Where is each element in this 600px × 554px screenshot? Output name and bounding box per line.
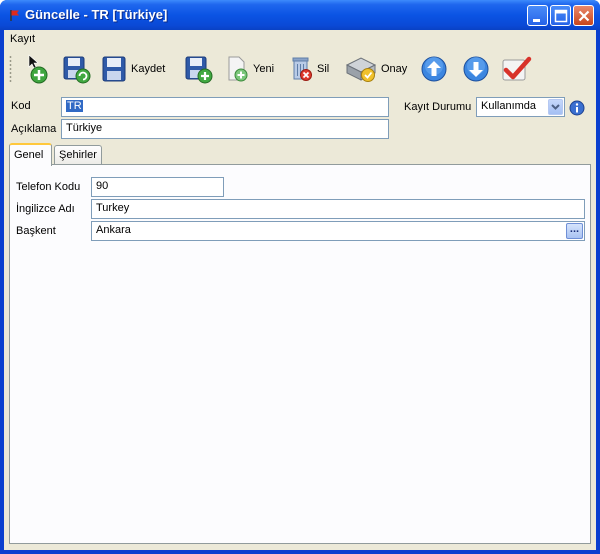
menu-bar: Kayıt — [4, 30, 596, 48]
capital-value: Ankara — [96, 224, 131, 236]
approve-button[interactable]: Onay — [344, 51, 407, 87]
capital-field[interactable]: Ankara ... — [91, 221, 585, 241]
code-field[interactable]: TR — [61, 97, 389, 117]
save-refresh-icon — [63, 56, 91, 84]
save-new-icon — [185, 56, 213, 84]
code-value: TR — [66, 100, 83, 112]
tab-cities-label: Şehirler — [59, 149, 97, 161]
description-label: Açıklama — [11, 123, 57, 135]
phone-code-field[interactable]: 90 — [91, 177, 224, 197]
chevron-down-icon — [551, 104, 560, 110]
tab-page-general: Telefon Kodu 90 İngilizce Adı Turkey Baş… — [9, 164, 591, 544]
status-value: Kullanımda — [481, 100, 537, 112]
approve-label: Onay — [381, 63, 408, 75]
close-icon — [578, 10, 590, 22]
status-label: Kayıt Durumu — [404, 101, 472, 113]
check-icon — [502, 56, 532, 81]
application-window: Güncelle - TR [Türkiye] Kayıt Kaydet Yen… — [0, 0, 600, 554]
maximize-icon — [554, 9, 568, 23]
move-down-button[interactable] — [462, 51, 490, 87]
new-icon — [228, 56, 248, 82]
save-icon — [102, 56, 126, 82]
save-label: Kaydet — [131, 63, 166, 75]
capital-browse-button[interactable]: ... — [566, 223, 583, 239]
flag-icon — [10, 10, 19, 21]
description-value: Türkiye — [66, 122, 103, 134]
minimize-button[interactable] — [527, 5, 548, 26]
new-button[interactable]: Yeni — [226, 51, 274, 87]
down-arrow-icon — [463, 56, 489, 82]
minimize-icon — [533, 19, 540, 22]
tab-general-label: Genel — [14, 149, 44, 161]
info-icon[interactable] — [569, 100, 585, 116]
title-bar[interactable]: Güncelle - TR [Türkiye] — [0, 0, 600, 30]
tab-general[interactable]: Genel — [9, 143, 52, 166]
new-record-icon — [28, 54, 48, 84]
english-name-field[interactable]: Turkey — [91, 199, 585, 219]
status-dropdown-button[interactable] — [548, 99, 563, 115]
window-bottom-border — [0, 550, 600, 554]
toolbar-grip[interactable] — [9, 55, 12, 83]
delete-label: Sil — [317, 63, 330, 75]
phone-code-value: 90 — [96, 180, 109, 192]
english-name-label: İngilizce Adı — [16, 203, 75, 215]
english-name-value: Turkey — [96, 202, 130, 214]
code-label: Kod — [11, 100, 31, 112]
description-field[interactable]: Türkiye — [61, 119, 389, 139]
approve-icon — [345, 57, 377, 82]
save-refresh-button[interactable] — [62, 51, 92, 87]
toolbar: Kaydet Yeni Sil Onay — [4, 49, 596, 89]
confirm-check-button[interactable] — [500, 51, 532, 87]
client-area: Kayıt Kaydet Yeni Sil Onay Kod TR Açıkla… — [4, 30, 596, 550]
capital-label: Başkent — [16, 225, 56, 237]
close-button[interactable] — [573, 5, 594, 26]
new-label: Yeni — [253, 63, 275, 75]
save-new-button[interactable] — [184, 51, 214, 87]
maximize-button[interactable] — [550, 5, 571, 26]
phone-code-label: Telefon Kodu — [16, 181, 81, 193]
save-button[interactable]: Kaydet — [100, 51, 165, 87]
menu-item-kayit[interactable]: Kayıt — [10, 33, 35, 45]
up-arrow-icon — [421, 56, 447, 82]
move-up-button[interactable] — [420, 51, 448, 87]
new-record-button[interactable] — [26, 51, 50, 87]
tab-cities[interactable]: Şehirler — [54, 145, 102, 165]
delete-icon — [292, 57, 312, 81]
status-select[interactable]: Kullanımda — [476, 97, 565, 117]
delete-button[interactable]: Sil — [290, 51, 329, 87]
window-title: Güncelle - TR [Türkiye] — [25, 7, 168, 22]
